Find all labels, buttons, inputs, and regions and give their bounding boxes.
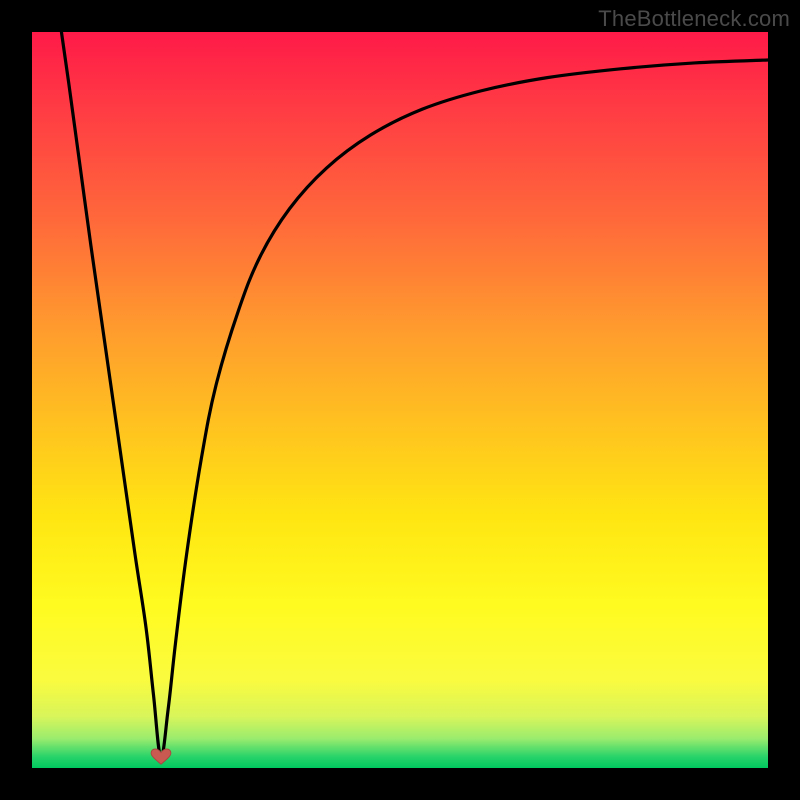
- min-marker-icon: [150, 748, 172, 766]
- curve-path: [61, 32, 768, 757]
- watermark-label: TheBottleneck.com: [598, 6, 790, 32]
- chart-curve: [32, 32, 768, 768]
- chart-frame: TheBottleneck.com: [0, 0, 800, 800]
